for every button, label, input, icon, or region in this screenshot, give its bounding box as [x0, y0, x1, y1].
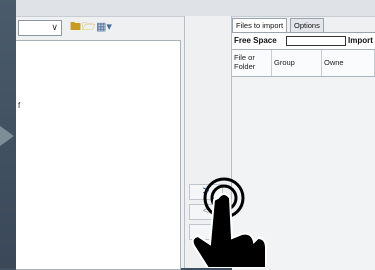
- file-list[interactable]: f: [16, 40, 181, 270]
- column-file-or-folder[interactable]: File or Folder: [232, 50, 272, 76]
- title-bar: [16, 0, 375, 17]
- tab-files-to-import[interactable]: Files to import: [232, 18, 288, 33]
- pointing-hand-icon: [191, 177, 267, 268]
- view-mode-icon[interactable]: ▦▾: [96, 21, 112, 33]
- explorer-panel: ∨ 🖿 🗁 ▦▾ f: [16, 16, 184, 270]
- import-label: Import: [348, 36, 373, 45]
- play-icon[interactable]: [0, 126, 14, 146]
- folder-up-icon[interactable]: 🖿: [70, 21, 81, 33]
- free-space-label: Free Space: [234, 36, 277, 45]
- table-header: File or Folder Group Owne: [232, 50, 375, 77]
- new-folder-icon[interactable]: 🗁: [82, 21, 96, 33]
- column-owner[interactable]: Owne: [322, 50, 375, 76]
- list-item[interactable]: f: [18, 101, 20, 110]
- path-combo[interactable]: ∨: [18, 20, 62, 36]
- column-group[interactable]: Group: [272, 50, 322, 76]
- chevron-down-icon[interactable]: ∨: [51, 22, 58, 33]
- tab-options[interactable]: Options: [290, 18, 324, 32]
- free-space-bar: [286, 36, 346, 46]
